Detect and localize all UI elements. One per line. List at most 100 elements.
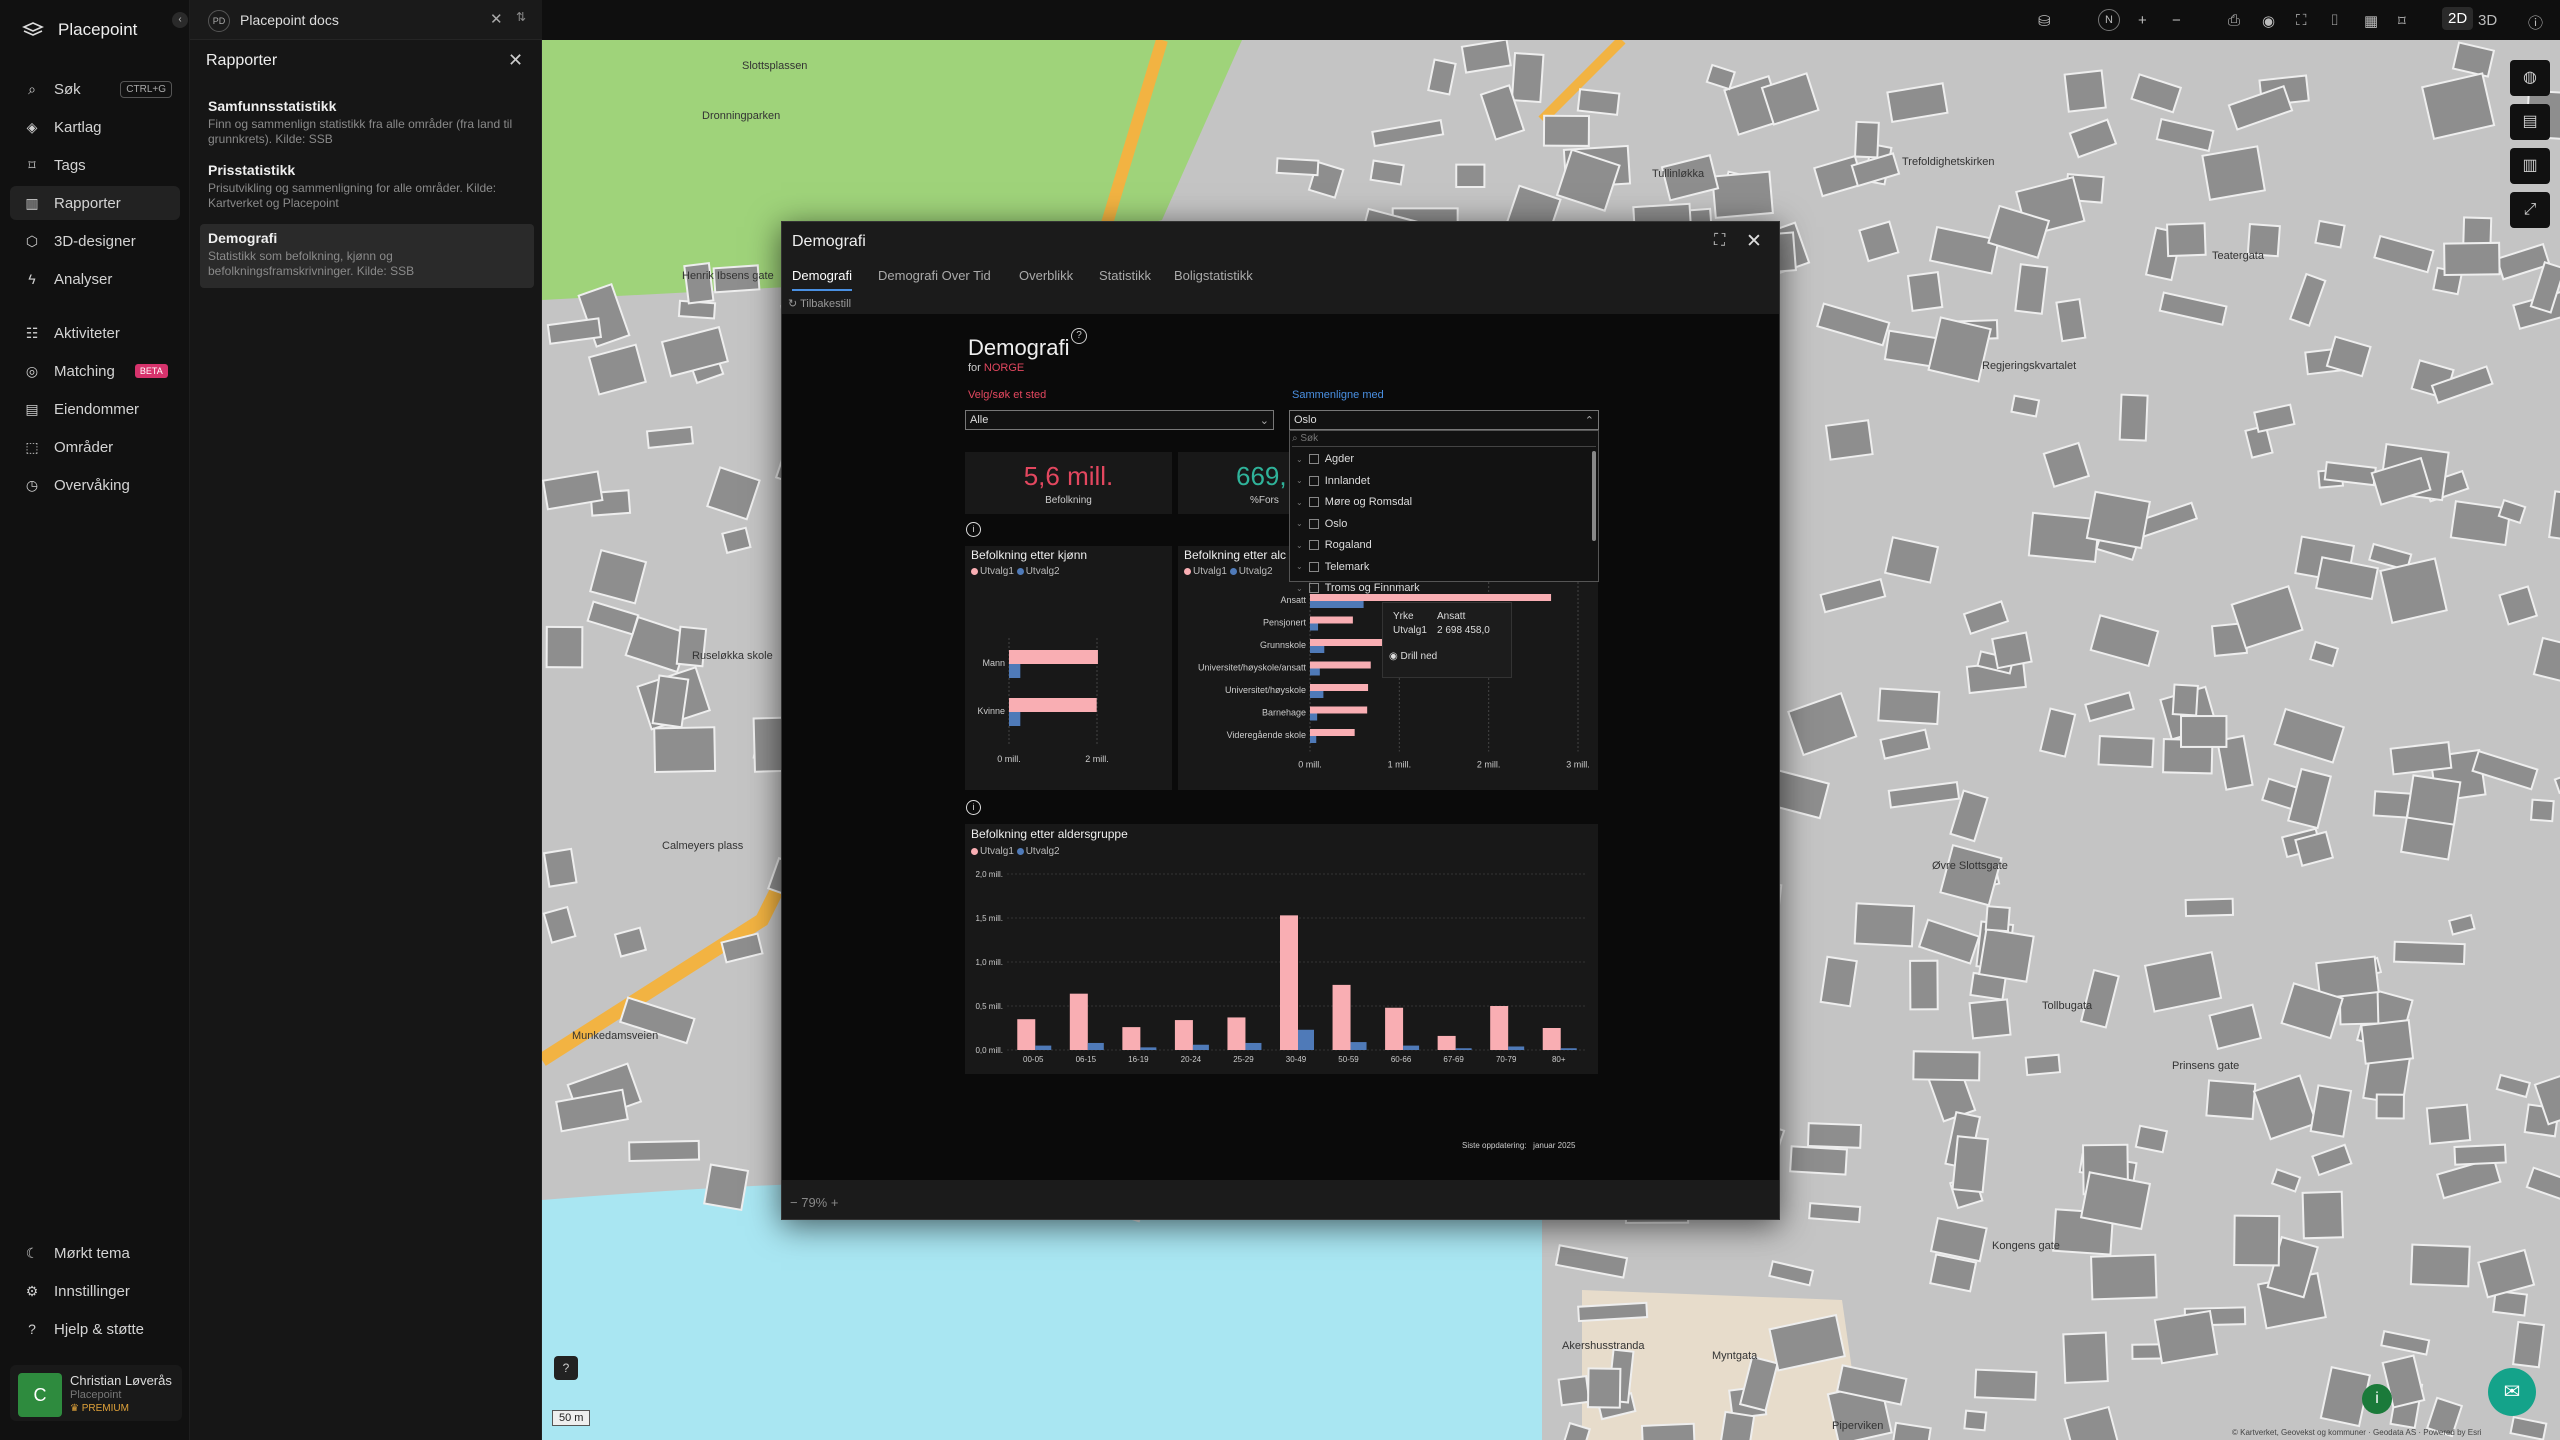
- map-building: [1906, 271, 1944, 312]
- report-item-demografi[interactable]: Demografi Statistikk som befolkning, kjøn…: [200, 224, 534, 288]
- dropdown-search[interactable]: ⌕ Søk: [1292, 433, 1596, 447]
- tool-layers-icon[interactable]: ▤: [2510, 104, 2550, 140]
- user-card[interactable]: C Christian Løverås Placepoint ♛ PREMIUM: [10, 1365, 182, 1421]
- tab-demografi[interactable]: Demografi: [792, 268, 852, 291]
- option-checkbox[interactable]: [1308, 518, 1319, 529]
- zoom-out-button[interactable]: −: [790, 1195, 801, 1210]
- option-checkbox[interactable]: [1308, 497, 1319, 507]
- nav-item-analyses[interactable]: ϟ Analyser: [10, 262, 180, 296]
- report-item-prisstatistikk[interactable]: Prisstatistikk Prisutvikling og sammenlig…: [200, 156, 534, 217]
- info-fab[interactable]: i: [2362, 1384, 2392, 1414]
- close-tab-icon[interactable]: ✕: [490, 10, 503, 28]
- x-tick-label: 2 mill.: [1477, 760, 1501, 770]
- print-icon[interactable]: ⎙: [2228, 12, 2240, 29]
- dropdown-option[interactable]: ⌄ Oslo: [1296, 518, 1347, 530]
- map-building: [1369, 159, 1405, 186]
- collapse-icon[interactable]: ‹: [172, 12, 188, 28]
- map-building: [653, 726, 717, 774]
- option-checkbox[interactable]: [1308, 475, 1319, 486]
- bookmark-map-icon[interactable]: ⌑: [2398, 12, 2406, 30]
- zoom-in-icon[interactable]: +: [2138, 12, 2147, 29]
- dropdown-option[interactable]: ⌄ Innlandet: [1296, 475, 1370, 487]
- y-tick-label: 1,5 mill.: [975, 914, 1003, 923]
- nav-item-3d-designer[interactable]: ⬡ 3D-designer: [10, 224, 180, 258]
- tab-title[interactable]: Placepoint docs: [240, 12, 339, 28]
- expand-icon[interactable]: ⛶: [1714, 232, 1725, 250]
- category-label: Universitet/høyskole/ansatt: [1198, 663, 1307, 673]
- option-checkbox[interactable]: [1308, 583, 1319, 593]
- dropdown-option[interactable]: ⌄ Troms og Finnmark: [1296, 582, 1420, 594]
- tool-globe-icon[interactable]: ◍: [2510, 60, 2550, 96]
- zoom-out-icon[interactable]: −: [2172, 12, 2181, 29]
- map-help-button[interactable]: ?: [554, 1356, 578, 1380]
- bar-utvalg1: [1069, 993, 1088, 1050]
- map-building: [2063, 69, 2107, 113]
- mode-3d-button[interactable]: 3D: [2478, 12, 2497, 29]
- reset-button[interactable]: ↻ Tilbakestill: [788, 297, 851, 310]
- chat-fab[interactable]: ✉: [2488, 1368, 2536, 1416]
- compass-north[interactable]: N: [2098, 9, 2120, 31]
- dropdown-option[interactable]: ⌄ Agder: [1296, 453, 1354, 465]
- nav-item-tags[interactable]: ⌑ Tags: [10, 148, 180, 182]
- nav-label: Mørkt tema: [54, 1244, 130, 1262]
- fullscreen-icon[interactable]: ⛶: [2296, 12, 2307, 29]
- map-label: Prinsens gate: [2172, 1060, 2240, 1072]
- nav-item-properties[interactable]: ▤ Eiendommer: [10, 392, 180, 426]
- zoom-in-button[interactable]: +: [831, 1195, 839, 1210]
- report-item-samfunnsstatistikk[interactable]: Samfunnsstatistikk Finn og sammenlign sta…: [200, 92, 534, 153]
- map-building: [645, 425, 694, 449]
- tab-overblikk[interactable]: Overblikk: [1019, 268, 1073, 283]
- bar-utvalg2: [1298, 1029, 1314, 1050]
- tool-measure-icon[interactable]: ⤢: [2510, 192, 2550, 228]
- map-label: Øvre Slottsgate: [1932, 860, 2008, 872]
- nav-item-layers[interactable]: ◈ Kartlag: [10, 110, 180, 144]
- camera-icon[interactable]: ⌷: [2330, 12, 2339, 29]
- map-building: [2301, 1190, 2344, 1240]
- map-building: [2453, 1143, 2507, 1166]
- nav-item-reports[interactable]: ▥ Rapporter: [10, 186, 180, 220]
- tool-chart-icon[interactable]: ▥: [2510, 148, 2550, 184]
- info-icon[interactable]: i: [966, 522, 981, 537]
- nav-item-search[interactable]: ⌕ Søk CTRL+G: [10, 72, 180, 106]
- place-select[interactable]: Alle ⌄: [965, 410, 1274, 430]
- drill-down-button[interactable]: ◉ Drill ned: [1389, 651, 1437, 662]
- eye-icon[interactable]: ◉: [2262, 12, 2275, 30]
- map-toolbar: ⛁ N + − ⎙ ◉ ⛶ ⌷ ▦ ⌑ 2D 3D ⓘ: [542, 0, 2560, 40]
- grid-icon[interactable]: ▦: [2364, 12, 2378, 30]
- document-tab: ‹ PD Placepoint docs ✕ ⇅: [172, 0, 542, 40]
- option-checkbox[interactable]: [1308, 454, 1319, 464]
- nav-label: Innstillinger: [54, 1282, 130, 1300]
- tab-statistikk[interactable]: Statistikk: [1099, 268, 1151, 283]
- x-tick-label: 70-79: [1496, 1055, 1517, 1064]
- nav-item-monitoring[interactable]: ◷ Overvåking: [10, 468, 180, 502]
- dropdown-option[interactable]: ⌄ Rogaland: [1296, 539, 1372, 551]
- bar-utvalg2: [1310, 736, 1317, 743]
- map-building: [1275, 157, 1320, 177]
- nav-item-dark-theme[interactable]: ☾ Mørkt tema: [10, 1236, 180, 1270]
- nav-item-matching[interactable]: ◎ Matching BETA: [10, 354, 180, 388]
- tooltip-key: Yrke: [1393, 611, 1414, 622]
- brand[interactable]: Placepoint: [22, 20, 137, 40]
- nav-item-settings[interactable]: ⚙ Innstillinger: [10, 1274, 180, 1308]
- compare-select[interactable]: Oslo ⌃: [1289, 410, 1599, 430]
- map-label: Slottsplassen: [742, 60, 808, 72]
- mode-2d-button[interactable]: 2D: [2442, 7, 2474, 30]
- info-icon[interactable]: ⓘ: [2528, 12, 2543, 33]
- option-checkbox[interactable]: [1308, 561, 1319, 572]
- nav-item-help[interactable]: ? Hjelp & støtte: [10, 1312, 180, 1346]
- dropdown-option[interactable]: ⌄ Møre og Romsdal: [1296, 496, 1412, 508]
- info-icon[interactable]: i: [966, 800, 981, 815]
- dropdown-scrollbar[interactable]: [1592, 451, 1596, 541]
- close-panel-icon[interactable]: ✕: [508, 50, 523, 71]
- option-checkbox[interactable]: [1308, 540, 1319, 550]
- category-label: Ansatt: [1280, 595, 1306, 605]
- tab-boligstatistikk[interactable]: Boligstatistikk: [1174, 268, 1253, 283]
- close-modal-icon[interactable]: ✕: [1746, 230, 1762, 253]
- nav-item-activities[interactable]: ☷ Aktiviteter: [10, 316, 180, 350]
- tab-switch-icon[interactable]: ⇅: [516, 10, 526, 24]
- help-circle-icon[interactable]: ?: [1071, 328, 1087, 344]
- nav-item-areas[interactable]: ⬚ Områder: [10, 430, 180, 464]
- layers-toggle-icon[interactable]: ⛁: [2038, 12, 2051, 30]
- tab-demografi-over-tid[interactable]: Demografi Over Tid: [878, 268, 991, 283]
- dropdown-option[interactable]: ⌄ Telemark: [1296, 561, 1369, 573]
